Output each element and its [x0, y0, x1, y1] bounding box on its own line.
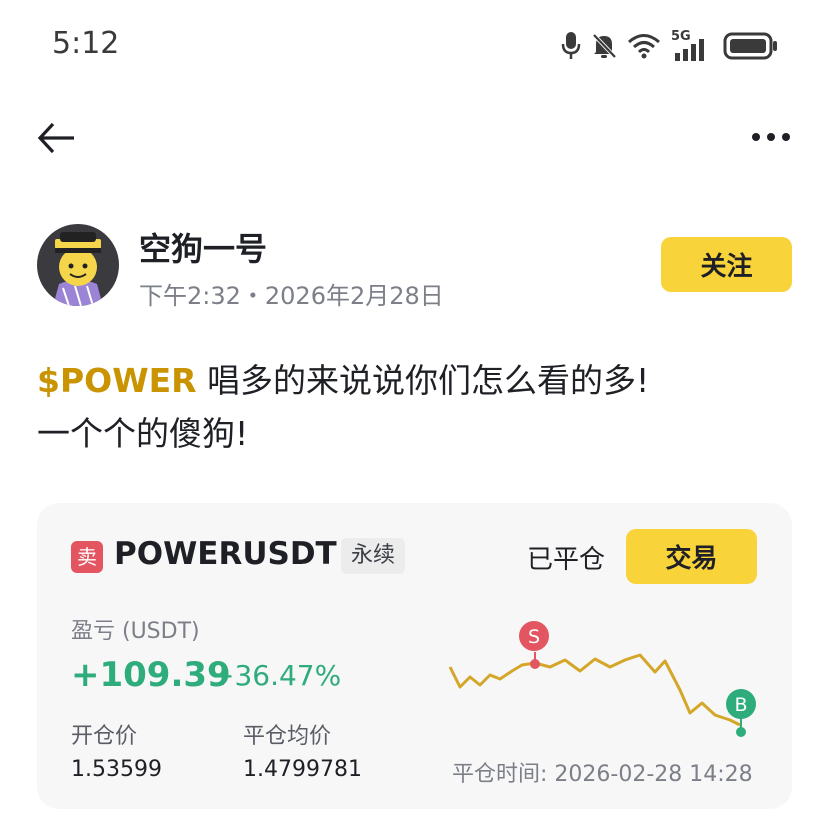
mic-icon [561, 32, 581, 59]
battery-icon [723, 32, 777, 60]
open-price-value: 1.53599 [71, 757, 162, 782]
trade-button[interactable]: 交易 [626, 529, 757, 584]
back-button[interactable] [36, 118, 76, 158]
more-button[interactable] [751, 122, 791, 152]
wifi-icon [628, 34, 660, 59]
close-price-label: 平仓均价 [243, 724, 332, 749]
pnl-value: +109.39 [71, 655, 231, 695]
open-price-label: 开仓价 [71, 724, 138, 749]
follow-button[interactable]: 关注 [661, 237, 792, 292]
pnl-percent: +36.47% [211, 659, 342, 692]
close-time: 平仓时间: 2026-02-28 14:28 [452, 762, 753, 787]
arrow-left-icon [37, 122, 74, 154]
contract-type-badge: 永续 [341, 538, 406, 574]
price-line [448, 653, 741, 727]
signal-icon: 5G [671, 29, 713, 61]
price-sparkline: S B [448, 621, 756, 737]
position-status: 已平仓 [527, 545, 606, 575]
ticker-link[interactable]: $POWER [37, 361, 197, 400]
pnl-label: 盈亏 (USDT) [71, 619, 200, 644]
author-name[interactable]: 空狗一号 [139, 224, 267, 270]
avatar[interactable] [37, 224, 119, 306]
close-price-value: 1.4799781 [243, 757, 362, 782]
post-text-line1: 唱多的来说说你们怎么看的多! [196, 361, 650, 400]
svg-text:B: B [734, 694, 747, 716]
buy-marker: B [726, 689, 756, 719]
post-text-line2: 一个个的傻狗! [37, 414, 249, 453]
more-horizontal-icon [752, 133, 790, 141]
sell-marker: S [519, 621, 549, 651]
pair-name: POWERUSDT [114, 536, 337, 572]
status-time: 5:12 [52, 26, 120, 61]
post-timestamp: 下午2:32・2026年2月28日 [139, 282, 444, 310]
bell-off-icon [592, 33, 617, 59]
side-badge: 卖 [71, 541, 103, 573]
status-icons: 5G [561, 29, 779, 62]
post-content: $POWER 唱多的来说说你们怎么看的多! 一个个的傻狗! [37, 354, 797, 460]
svg-text:S: S [528, 626, 540, 648]
